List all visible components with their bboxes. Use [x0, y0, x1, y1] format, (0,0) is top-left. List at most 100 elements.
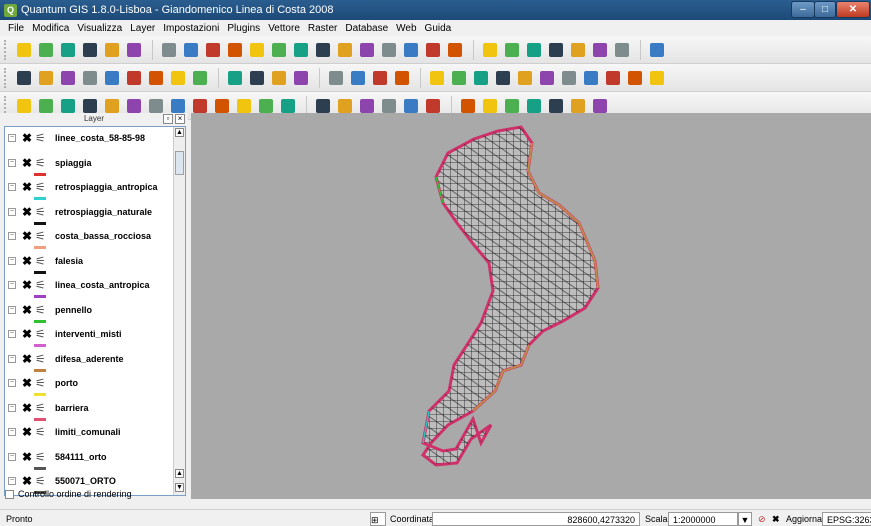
coordinate-field[interactable]: 828600,4273320	[432, 512, 640, 526]
nav-tool-button-21[interactable]	[493, 68, 513, 88]
file-tool-button-22[interactable]	[502, 40, 522, 60]
close-button[interactable]: ✕	[836, 1, 870, 18]
file-tool-button-5[interactable]	[102, 40, 122, 60]
layer-item[interactable]: − ✖ ⚟ interventi_misti	[5, 325, 173, 349]
scale-dropdown-icon[interactable]: ▼	[738, 512, 752, 526]
file-tool-button-10[interactable]	[225, 40, 245, 60]
nav-tool-button-17[interactable]	[392, 68, 412, 88]
expand-icon[interactable]: −	[8, 134, 16, 142]
file-tool-button-23[interactable]	[524, 40, 544, 60]
layer-visibility-checkbox[interactable]: ✖	[22, 229, 32, 243]
layer-visibility-checkbox[interactable]: ✖	[22, 205, 32, 219]
nav-tool-button-7[interactable]	[146, 68, 166, 88]
render-checkbox-icon[interactable]: ✖	[772, 512, 780, 526]
file-tool-button-2[interactable]	[36, 40, 56, 60]
nav-tool-button-1[interactable]	[14, 68, 34, 88]
expand-icon[interactable]: −	[8, 354, 16, 363]
layer-visibility-checkbox[interactable]: ✖	[22, 401, 32, 415]
nav-tool-button-12[interactable]	[269, 68, 289, 88]
nav-tool-button-11[interactable]	[247, 68, 267, 88]
layer-visibility-checkbox[interactable]: ✖	[22, 156, 32, 170]
nav-tool-button-8[interactable]	[168, 68, 188, 88]
nav-tool-button-23[interactable]	[537, 68, 557, 88]
expand-icon[interactable]: −	[8, 158, 16, 167]
menu-item-modifica[interactable]: Modifica	[32, 23, 69, 34]
file-tool-button-12[interactable]	[269, 40, 289, 60]
file-tool-button-21[interactable]	[480, 40, 500, 60]
crs-button[interactable]: EPSG:32633	[822, 512, 871, 526]
menu-item-layer[interactable]: Layer	[130, 23, 155, 34]
render-order-checkbox[interactable]	[5, 489, 14, 499]
file-tool-button-13[interactable]	[291, 40, 311, 60]
scale-combobox[interactable]: 1:2000000	[668, 512, 738, 526]
file-tool-button-26[interactable]	[590, 40, 610, 60]
file-tool-button-25[interactable]	[568, 40, 588, 60]
menu-item-visualizza[interactable]: Visualizza	[77, 23, 122, 34]
nav-tool-button-28[interactable]	[647, 68, 667, 88]
nav-tool-button-14[interactable]	[326, 68, 346, 88]
layer-scrollbar[interactable]: ▲ ▲ ▼	[173, 127, 185, 495]
nav-tool-button-19[interactable]	[449, 68, 469, 88]
file-tool-button-3[interactable]	[58, 40, 78, 60]
layer-visibility-checkbox[interactable]: ✖	[22, 278, 32, 292]
file-tool-grip[interactable]	[4, 39, 8, 60]
scroll-down-icon[interactable]: ▲	[175, 469, 184, 478]
close-panel-button[interactable]: ×	[175, 114, 185, 124]
float-panel-button[interactable]: ▫	[163, 114, 173, 124]
layer-item[interactable]: − ✖ ⚟ limiti_comunali	[5, 423, 173, 447]
layer-item[interactable]: − ✖ ⚟ barriera	[5, 399, 173, 423]
menu-item-database[interactable]: Database	[345, 23, 388, 34]
menu-item-file[interactable]: File	[8, 23, 24, 34]
nav-tool-button-6[interactable]	[124, 68, 144, 88]
layer-item[interactable]: − ✖ ⚟ 584111_orto	[5, 448, 173, 472]
menu-item-plugins[interactable]: Plugins	[227, 23, 260, 34]
expand-icon[interactable]: −	[8, 207, 16, 216]
file-tool-button-19[interactable]	[423, 40, 443, 60]
scroll-up-icon[interactable]: ▲	[175, 128, 184, 137]
render-order-control[interactable]: Controllo ordine di rendering	[5, 489, 132, 499]
nav-tool-grip[interactable]	[4, 67, 8, 88]
layer-visibility-checkbox[interactable]: ✖	[22, 450, 32, 464]
file-tool-button-4[interactable]	[80, 40, 100, 60]
nav-tool-button-16[interactable]	[370, 68, 390, 88]
file-tool-button-15[interactable]	[335, 40, 355, 60]
layer-visibility-checkbox[interactable]: ✖	[22, 474, 32, 488]
file-tool-button-27[interactable]	[612, 40, 632, 60]
expand-icon[interactable]: −	[8, 305, 16, 314]
nav-tool-button-3[interactable]	[58, 68, 78, 88]
layer-visibility-checkbox[interactable]: ✖	[22, 131, 32, 145]
layer-visibility-checkbox[interactable]: ✖	[22, 303, 32, 317]
file-tool-button-6[interactable]	[124, 40, 144, 60]
file-tool-button-9[interactable]	[203, 40, 223, 60]
nav-tool-button-25[interactable]	[581, 68, 601, 88]
nav-tool-button-4[interactable]	[80, 68, 100, 88]
minimize-button[interactable]: –	[791, 1, 815, 18]
file-tool-button-1[interactable]	[14, 40, 34, 60]
layer-item[interactable]: − ✖ ⚟ costa_bassa_rocciosa	[5, 227, 173, 251]
file-tool-button-7[interactable]	[159, 40, 179, 60]
scroll-bottom-icon[interactable]: ▼	[175, 483, 184, 492]
nav-tool-button-13[interactable]	[291, 68, 311, 88]
nav-tool-button-15[interactable]	[348, 68, 368, 88]
expand-icon[interactable]: −	[8, 232, 16, 240]
nav-tool-button-22[interactable]	[515, 68, 535, 88]
file-tool-button-24[interactable]	[546, 40, 566, 60]
layer-visibility-checkbox[interactable]: ✖	[22, 376, 32, 390]
layer-visibility-checkbox[interactable]: ✖	[22, 327, 32, 341]
file-tool-button-20[interactable]	[445, 40, 465, 60]
nav-tool-button-5[interactable]	[102, 68, 122, 88]
file-tool-button-17[interactable]	[379, 40, 399, 60]
menu-item-vettore[interactable]: Vettore	[268, 23, 300, 34]
menu-item-impostazioni[interactable]: Impostazioni	[163, 23, 219, 34]
maximize-button[interactable]: □	[814, 1, 836, 18]
nav-tool-button-2[interactable]	[36, 68, 56, 88]
layer-visibility-checkbox[interactable]: ✖	[22, 180, 32, 194]
scroll-thumb[interactable]	[175, 151, 184, 175]
expand-icon[interactable]: −	[8, 281, 16, 289]
layer-visibility-checkbox[interactable]: ✖	[22, 254, 32, 268]
expand-icon[interactable]: −	[8, 403, 16, 412]
layer-item[interactable]: − ✖ ⚟ retrospiaggia_antropica	[5, 178, 173, 202]
layer-item[interactable]: − ✖ ⚟ difesa_aderente	[5, 350, 173, 374]
layer-item[interactable]: − ✖ ⚟ porto	[5, 374, 173, 398]
nav-tool-button-10[interactable]	[225, 68, 245, 88]
